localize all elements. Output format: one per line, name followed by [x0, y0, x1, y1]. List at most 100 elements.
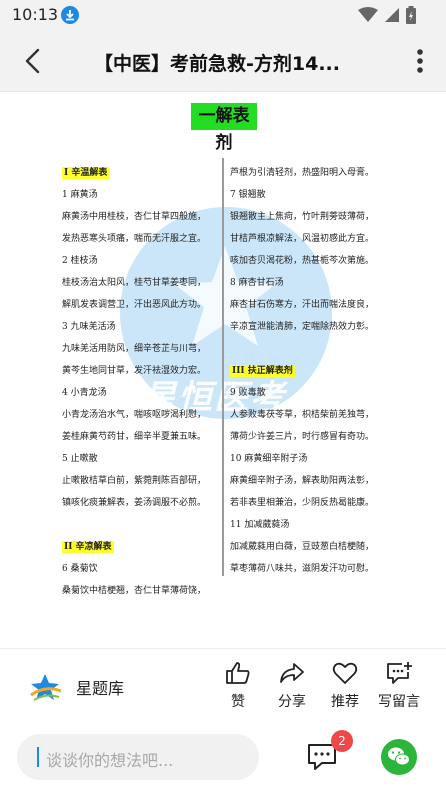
doc-line: 8 麻杏甘石汤 — [230, 272, 380, 294]
download-icon — [61, 6, 79, 24]
doc-line-text: 薄荷少许姜三片，时行感冒有奇功。 — [230, 432, 375, 442]
doc-line: 麻杏甘石伤寒方，汗出而喘法度良， — [230, 294, 380, 316]
doc-line-text: 7 银翘散 — [230, 190, 266, 200]
recommend-button[interactable]: 推荐 — [317, 661, 373, 711]
doc-line-text: 若非表里相兼治，少阴反热曷能康。 — [230, 498, 375, 508]
doc-line: 九味羌活用防风，细辛苍芷与川芎， — [62, 338, 214, 360]
right-column: 芦根为引清轻剂，热盛阳明入母膏。 7 银翘散银翘散主上焦疴，竹叶荆蒡豉薄荷， 甘桔芦… — [230, 162, 380, 580]
doc-line: 桂枝汤治太阳风，桂芍甘草姜枣同， — [62, 272, 214, 294]
comment-count-badge: 2 — [331, 730, 353, 752]
doc-line-text: 草枣薄荷八味共，滋阴发汗功可慰。 — [230, 564, 375, 574]
like-label: 赞 — [231, 694, 245, 710]
doc-line-text: 咳加杏贝渴花粉，热甚栀芩次第施。 — [230, 256, 375, 266]
doc-line: 5 止嗽散 — [62, 448, 214, 470]
doc-line-text: 8 麻杏甘石汤 — [230, 278, 284, 288]
doc-line: 11 加减葳蕤汤 — [230, 514, 380, 536]
doc-line: 草枣薄荷八味共，滋阴发汗功可慰。 — [230, 558, 380, 580]
doc-line-text: 麻黄汤中用桂枝，杏仁甘草四般施， — [62, 212, 207, 222]
doc-line: 2 桂枝汤 — [62, 250, 214, 272]
doc-line: 麻黄细辛附子汤，解表助阳两法彰， — [230, 470, 380, 492]
doc-line: 3 九味羌活汤 — [62, 316, 214, 338]
doc-line-text: 桑菊饮中桔梗翘，杏仁甘草薄荷饶， — [62, 586, 207, 596]
doc-line-text: 辛凉宣泄能清肺，定喘除热效力彰。 — [230, 322, 375, 332]
doc-heading: 一解表剂 — [191, 103, 257, 153]
doc-line: 薄荷少许姜三片，时行感冒有奇功。 — [230, 426, 380, 448]
doc-line: 6 桑菊饮 — [62, 558, 214, 580]
section-heading: I 辛温解表 — [62, 162, 214, 184]
status-time: 10:13 — [12, 5, 59, 24]
action-bar: 星题库 赞 分享 推荐 写留言 — [0, 648, 446, 722]
doc-line: 4 小青龙汤 — [62, 382, 214, 404]
doc-line: 若非表里相兼治，少阴反热曷能康。 — [230, 492, 380, 514]
doc-line: 10 麻黄细辛附子汤 — [230, 448, 380, 470]
doc-line-text: 银翘散主上焦疴，竹叶荆蒡豉薄荷， — [230, 212, 375, 222]
doc-line-text: II 辛凉解表 — [62, 541, 114, 553]
doc-line: 加减葳蕤用白薇，豆豉葱白桔梗随， — [230, 536, 380, 558]
doc-line: 镇咳化痰兼解表，姜汤调服不必煎。 — [62, 492, 214, 514]
doc-line — [230, 338, 380, 360]
doc-line-text: 麻杏甘石伤寒方，汗出而喘法度良， — [230, 300, 375, 310]
share-label: 分享 — [278, 694, 306, 710]
wechat-icon — [388, 747, 410, 766]
doc-line: 黄芩生地同甘草，发汗祛湿效力宏。 — [62, 360, 214, 382]
comment-placeholder: 谈谈你的想法吧... — [46, 751, 174, 770]
doc-line: 发热恶寒头项痛，喘而无汗服之宜。 — [62, 228, 214, 250]
recommend-label: 推荐 — [331, 694, 359, 710]
page-title: 【中医】考前急救-方剂14... — [94, 53, 340, 75]
column-divider — [222, 158, 224, 576]
battery-icon — [406, 6, 416, 24]
doc-line: 银翘散主上焦疴，竹叶荆蒡豉薄荷， — [230, 206, 380, 228]
doc-line-text: 解肌发表调营卫，汗出恶风此方功。 — [62, 300, 207, 310]
brand-name[interactable]: 星题库 — [76, 675, 124, 699]
share-button[interactable]: 分享 — [264, 661, 320, 711]
brand-logo-icon[interactable] — [28, 673, 62, 703]
status-bar: 10:13 — [0, 0, 446, 30]
doc-line-text: 11 加减葳蕤汤 — [230, 520, 290, 530]
left-column: I 辛温解表 1 麻黄汤麻黄汤中用桂枝，杏仁甘草四般施， 发热恶寒头项痛，喘而无汗服… — [62, 162, 214, 602]
doc-line-text: 止嗽散桔草白前，紫菀荆陈百部研， — [62, 476, 207, 486]
doc-line: 9 败毒散 — [230, 382, 380, 404]
share-icon — [280, 663, 304, 683]
doc-line-text: 加减葳蕤用白薇，豆豉葱白桔梗随， — [230, 542, 375, 552]
doc-line-text: 姜桂麻黄芍药甘，细辛半夏兼五味。 — [62, 432, 207, 442]
wifi-icon — [358, 7, 378, 22]
doc-line: 人参败毒茯苓草，枳桔柴前羌独芎， — [230, 404, 380, 426]
wechat-share-button[interactable] — [381, 739, 417, 775]
doc-line-text: 麻黄细辛附子汤，解表助阳两法彰， — [230, 476, 375, 486]
doc-line: 7 银翘散 — [230, 184, 380, 206]
doc-line-text: 1 麻黄汤 — [62, 190, 98, 200]
article-image[interactable]: 星恒医考 一解表剂 I 辛温解表 1 麻黄汤 麻黄汤中用桂枝，杏仁甘草四般施， 发热恶… — [0, 92, 446, 648]
doc-line-text: III 扶正解表剂 — [230, 365, 295, 377]
doc-line-text: 3 九味羌活汤 — [62, 322, 116, 332]
doc-line-text: 桂枝汤治太阳风，桂芍甘草姜枣同， — [62, 278, 207, 288]
comment-bar: 谈谈你的想法吧... 2 — [0, 722, 446, 793]
back-arrow-icon[interactable] — [20, 47, 48, 75]
doc-line: 辛凉宣泄能清肺，定喘除热效力彰。 — [230, 316, 380, 338]
write-comment-button[interactable]: 写留言 — [371, 661, 427, 711]
more-menu-icon[interactable] — [416, 48, 424, 74]
title-bar: 【中医】考前急救-方剂14... — [0, 30, 446, 92]
write-comment-label: 写留言 — [378, 694, 420, 710]
doc-line-text: 发热恶寒头项痛，喘而无汗服之宜。 — [62, 234, 207, 244]
doc-line-text: 九味羌活用防风，细辛苍芷与川芎， — [62, 344, 207, 354]
doc-line: 1 麻黄汤 — [62, 184, 214, 206]
doc-line-text: 2 桂枝汤 — [62, 256, 98, 266]
doc-line-text: 芦根为引清轻剂，热盛阳明入母膏。 — [230, 168, 375, 178]
heart-icon — [332, 662, 358, 684]
text-caret — [37, 747, 39, 767]
write-comment-icon — [387, 662, 412, 684]
doc-line-text: 4 小青龙汤 — [62, 388, 107, 398]
thumbs-up-icon — [226, 662, 250, 684]
signal-icon — [385, 8, 399, 22]
doc-line: 姜桂麻黄芍药甘，细辛半夏兼五味。 — [62, 426, 214, 448]
section-heading: III 扶正解表剂 — [230, 360, 380, 382]
doc-line — [62, 514, 214, 536]
doc-line: 麻黄汤中用桂枝，杏仁甘草四般施， — [62, 206, 214, 228]
doc-line-text: 黄芩生地同甘草，发汗祛湿效力宏。 — [62, 366, 207, 376]
doc-line-text: 甘桔芦根凉解法，风温初感此方宜。 — [230, 234, 375, 244]
comment-input[interactable]: 谈谈你的想法吧... — [17, 734, 259, 780]
section-heading: II 辛凉解表 — [62, 536, 214, 558]
doc-line: 桑菊饮中桔梗翘，杏仁甘草薄荷饶， — [62, 580, 214, 602]
doc-line-text: 小青龙汤治水气，喘咳呕哕渴利慰， — [62, 410, 207, 420]
like-button[interactable]: 赞 — [210, 661, 266, 711]
